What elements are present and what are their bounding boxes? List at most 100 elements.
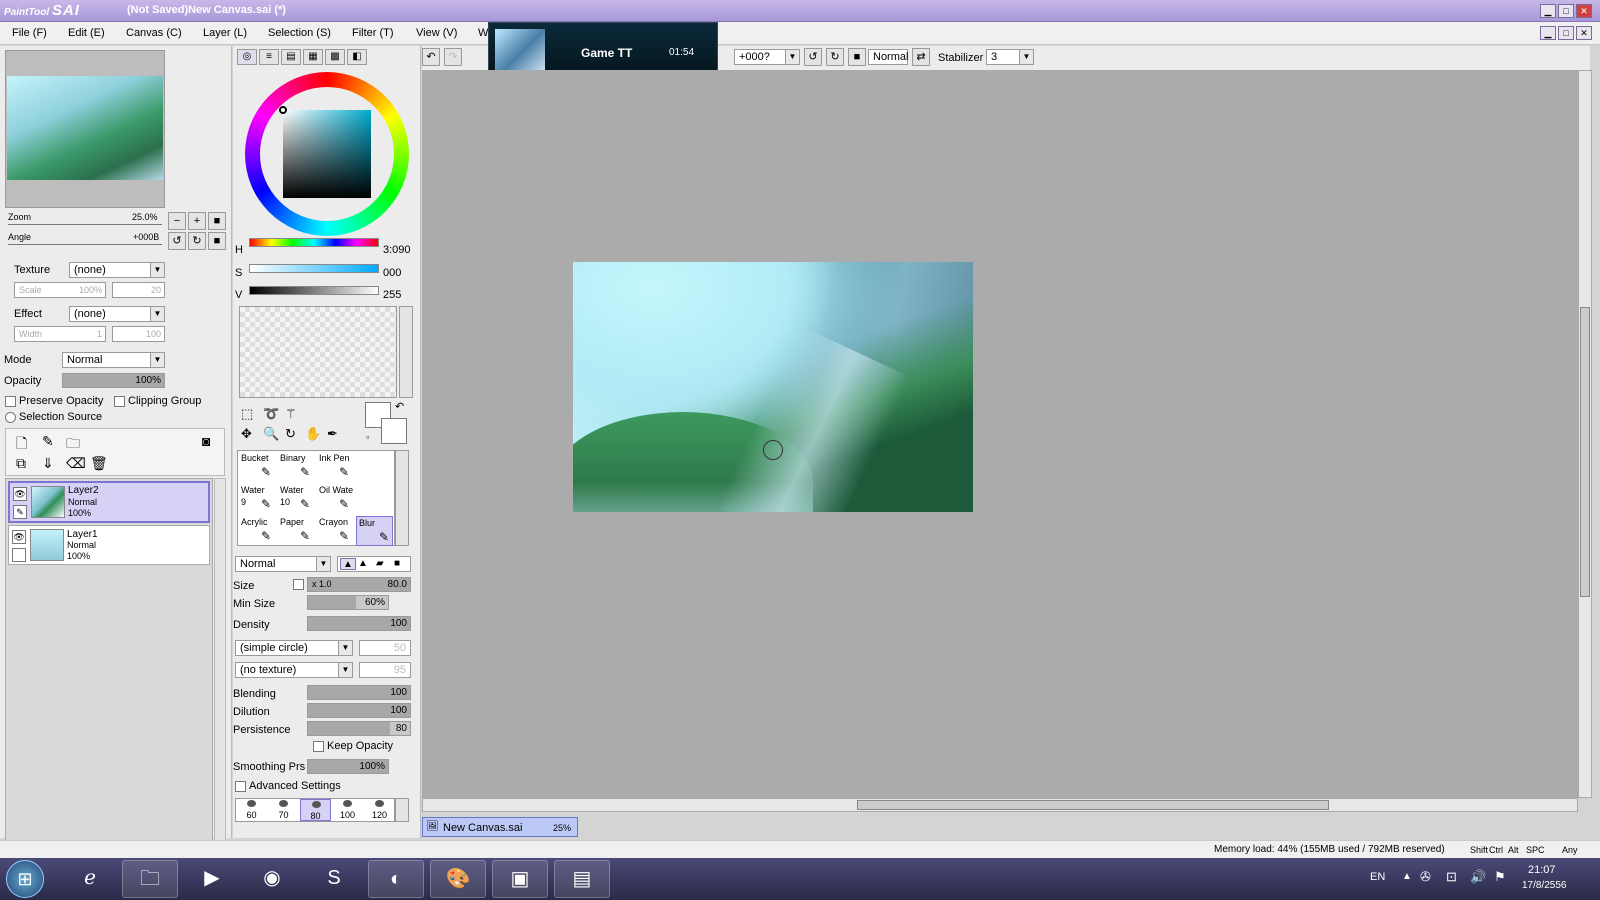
menu-view[interactable]: View (V) bbox=[416, 27, 457, 39]
tool-ink-pen[interactable]: Ink Pen ✎ bbox=[317, 452, 354, 482]
menu-canvas[interactable]: Canvas (C) bbox=[126, 27, 182, 39]
brush-size-preset[interactable]: 100 bbox=[332, 799, 363, 821]
chrome-icon[interactable]: ◉ bbox=[244, 860, 300, 898]
doc-restore-button[interactable]: □ bbox=[1558, 26, 1574, 40]
show-hidden-icons-icon[interactable]: ▲ bbox=[1402, 871, 1412, 882]
delete-layer-icon[interactable]: 🗑 bbox=[90, 455, 108, 472]
tool-binary[interactable]: Binary ✎ bbox=[278, 452, 315, 482]
tool-acrylic[interactable]: Acrylic ✎ bbox=[239, 516, 276, 546]
color-wheel[interactable] bbox=[245, 72, 409, 236]
color-wheel-tab-icon[interactable]: ◎ bbox=[237, 49, 257, 65]
undo-icon[interactable]: ↶ bbox=[422, 48, 440, 66]
hardness-hard-icon[interactable]: ■ bbox=[394, 558, 400, 569]
layer-opacity-slider[interactable]: 100% bbox=[62, 373, 165, 388]
new-folder-icon[interactable]: 🗀 bbox=[66, 433, 80, 457]
brush-lock-icon[interactable]: ✎ bbox=[13, 505, 27, 519]
clear-layer-icon[interactable]: ⌫ bbox=[66, 455, 86, 472]
drawing-canvas[interactable] bbox=[573, 262, 973, 512]
skype-icon[interactable]: S bbox=[306, 860, 362, 898]
canvas-viewport[interactable] bbox=[422, 70, 1578, 798]
hue-slider[interactable] bbox=[249, 238, 379, 247]
selection-source-checkbox[interactable] bbox=[5, 412, 16, 423]
palette-tab-icon[interactable]: ▩ bbox=[325, 49, 345, 65]
start-button[interactable]: ⊞ bbox=[6, 860, 44, 898]
scratchpad[interactable] bbox=[239, 306, 397, 398]
min-size-slider[interactable]: 60% bbox=[307, 595, 389, 610]
brush-mode-select[interactable]: Normal ▼ bbox=[235, 556, 331, 572]
rect-select-icon[interactable]: ⬚ bbox=[241, 406, 253, 422]
doc-close-button[interactable]: ✕ bbox=[1576, 26, 1592, 40]
stabilizer-select[interactable]: 3 ▼ bbox=[986, 49, 1034, 65]
canvas-tab[interactable]: 🖼 New Canvas.sai 25% bbox=[422, 817, 578, 837]
menu-selection[interactable]: Selection (S) bbox=[268, 27, 331, 39]
tool-paper[interactable]: Paper ✎ bbox=[278, 516, 315, 546]
menu-window[interactable]: W bbox=[478, 27, 488, 39]
magic-wand-icon[interactable]: ⚚ bbox=[285, 406, 297, 422]
brush-shape-select[interactable]: (simple circle) ▼ bbox=[235, 640, 353, 656]
tool-water-9[interactable]: Water 9 ✎ bbox=[239, 484, 276, 514]
close-button[interactable]: ✕ bbox=[1576, 4, 1592, 18]
rotate-reset-button[interactable]: ■ bbox=[208, 232, 226, 250]
saturation-value-square[interactable] bbox=[283, 110, 371, 198]
tool-blur[interactable]: Blur ✎ bbox=[356, 516, 393, 546]
merge-down-icon[interactable]: ⇓ bbox=[42, 455, 54, 472]
transparent-color-icon[interactable]: ▫ bbox=[366, 432, 369, 442]
hsv-slider-tab-icon[interactable]: ▤ bbox=[281, 49, 301, 65]
canvas-vertical-scrollbar[interactable] bbox=[1578, 70, 1592, 798]
tool-grid-scrollbar[interactable] bbox=[395, 450, 409, 546]
zoom-slider[interactable] bbox=[8, 224, 162, 225]
saturation-slider[interactable] bbox=[249, 264, 379, 273]
brush-lock-icon[interactable] bbox=[12, 548, 26, 562]
paint-tool-sai-icon[interactable]: ◐ bbox=[368, 860, 424, 898]
layer-mask-icon[interactable]: ◙ bbox=[202, 433, 210, 449]
tool-crayon[interactable]: Crayon ✎ bbox=[317, 516, 354, 546]
clock-time[interactable]: 21:07 bbox=[1528, 864, 1556, 876]
reset-rotation-icon[interactable]: ■ bbox=[848, 48, 866, 66]
blending-slider[interactable]: 100 bbox=[307, 685, 411, 700]
brush-size-slider[interactable]: x 1.0 80.0 bbox=[307, 577, 411, 592]
menu-filter[interactable]: Filter (T) bbox=[352, 27, 394, 39]
canvas-horizontal-scrollbar[interactable] bbox=[422, 798, 1578, 812]
doc-minimize-button[interactable]: ▁ bbox=[1540, 26, 1556, 40]
brush-size-preset[interactable]: 70 bbox=[268, 799, 299, 821]
value-slider[interactable] bbox=[249, 286, 379, 295]
preserve-opacity-checkbox[interactable] bbox=[5, 396, 16, 407]
angle-slider[interactable] bbox=[8, 244, 162, 245]
tool-oil-wate[interactable]: Oil Wate ✎ bbox=[317, 484, 354, 514]
language-indicator[interactable]: EN bbox=[1370, 871, 1385, 883]
scratchpad-tab-icon[interactable]: ◧ bbox=[347, 49, 367, 65]
blend-mode-select[interactable]: Normal bbox=[868, 49, 908, 65]
brush-texture-select[interactable]: (no texture) ▼ bbox=[235, 662, 353, 678]
flip-icon[interactable]: ⇄ bbox=[912, 48, 930, 66]
hardness-soft-icon[interactable]: ▲ bbox=[340, 558, 356, 570]
zoom-reset-button[interactable]: ■ bbox=[208, 212, 226, 230]
internet-explorer-icon[interactable]: ℯ bbox=[62, 860, 118, 898]
rotate-cw-icon[interactable]: ↻ bbox=[826, 48, 844, 66]
maximize-button[interactable]: □ bbox=[1558, 4, 1574, 18]
scratchpad-scrollbar[interactable] bbox=[399, 306, 413, 398]
winrar-icon[interactable]: ▤ bbox=[554, 860, 610, 898]
visibility-eye-icon[interactable]: 👁 bbox=[12, 530, 26, 544]
visibility-eye-icon[interactable]: 👁 bbox=[13, 487, 27, 501]
tool-water-10[interactable]: Water 10 ✎ bbox=[278, 484, 315, 514]
file-explorer-icon[interactable]: 🗀 bbox=[122, 860, 178, 898]
swatches-tab-icon[interactable]: ▦ bbox=[303, 49, 323, 65]
persistence-slider[interactable]: 80 bbox=[307, 721, 411, 736]
brush-size-preset[interactable]: 120 bbox=[364, 799, 395, 821]
rotate-left-button[interactable]: ↺ bbox=[168, 232, 186, 250]
layer-item-layer2[interactable]: 👁 ✎ Layer2 Normal 100% bbox=[8, 481, 210, 523]
presets-scrollbar[interactable] bbox=[395, 798, 409, 822]
menu-layer[interactable]: Layer (L) bbox=[203, 27, 247, 39]
clipping-group-checkbox[interactable] bbox=[114, 396, 125, 407]
rotate-tool-icon[interactable]: ↻ bbox=[285, 426, 296, 442]
rotate-right-button[interactable]: ↻ bbox=[188, 232, 206, 250]
minecraft-icon[interactable]: ▣ bbox=[492, 860, 548, 898]
action-center-flag-icon[interactable]: ⚑ bbox=[1494, 869, 1506, 885]
paint-icon[interactable]: 🎨 bbox=[430, 860, 486, 898]
move-icon[interactable]: ✥ bbox=[241, 426, 252, 442]
menu-file[interactable]: File (F) bbox=[12, 27, 47, 39]
navigator-preview[interactable] bbox=[5, 50, 165, 208]
zoom-in-button[interactable]: + bbox=[188, 212, 206, 230]
texture-select[interactable]: (none) ▼ bbox=[69, 262, 165, 278]
brush-size-preset[interactable]: 60 bbox=[236, 799, 267, 821]
